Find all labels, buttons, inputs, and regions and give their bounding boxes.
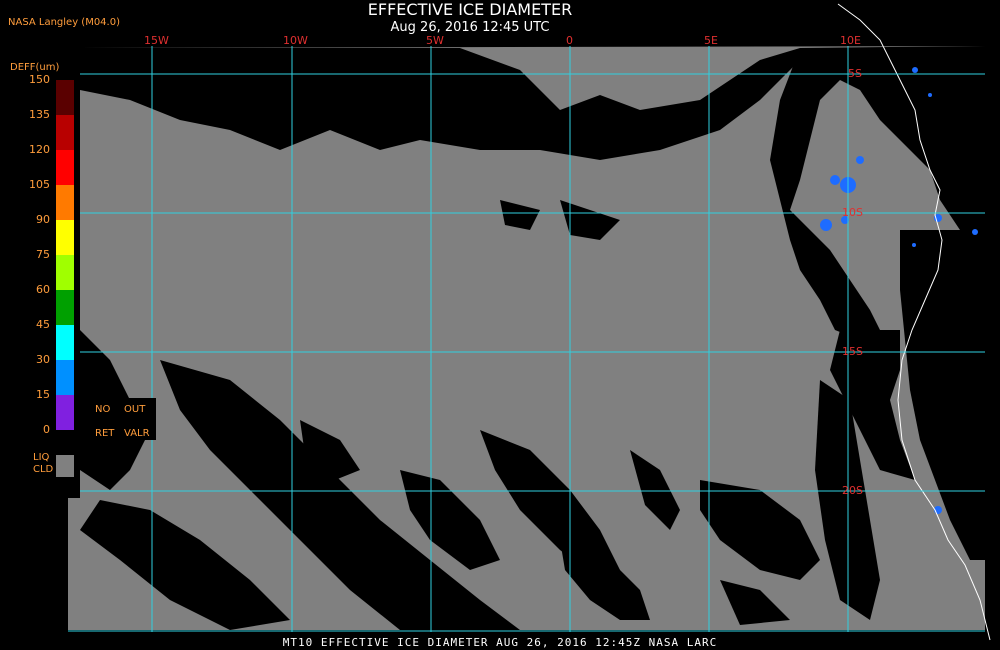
lon-label-10e: 10E	[840, 34, 861, 47]
colorbar-tick-15: 15	[36, 388, 50, 401]
colorbar-segment	[56, 255, 74, 290]
colorbar-segment	[56, 360, 74, 395]
lat-label-15s: 15S	[842, 345, 863, 358]
colorbar-segment	[56, 115, 74, 150]
colorbar-segment	[56, 325, 74, 360]
colorbar-tick-135: 135	[29, 108, 50, 121]
no-ret-label-bottom: RET	[95, 428, 115, 439]
colorbar	[56, 80, 74, 430]
out-valr-label-top: OUT	[124, 404, 146, 415]
lat-label-5s: 5S	[848, 67, 862, 80]
lon-label-5w: 5W	[426, 34, 444, 47]
map-title: EFFECTIVE ICE DIAMETER	[367, 0, 573, 19]
lon-label-0: 0	[566, 34, 573, 47]
map-timestamp: Aug 26, 2016 12:45 UTC	[390, 20, 550, 35]
liq-cld-swatch	[56, 455, 74, 477]
colorbar-tick-120: 120	[29, 143, 50, 156]
colorbar-segment	[56, 185, 74, 220]
satellite-map[interactable]	[0, 0, 1000, 650]
liq-cld-label-bottom: CLD	[33, 464, 54, 475]
colorbar-segment	[56, 395, 74, 430]
colorbar-segment	[56, 290, 74, 325]
colorbar-title: DEFF(um)	[10, 62, 60, 73]
lon-label-10w: 10W	[283, 34, 308, 47]
lat-label-10s: 10S	[842, 206, 863, 219]
colorbar-segment	[56, 220, 74, 255]
lon-label-15w: 15W	[144, 34, 169, 47]
footer-caption: MT10 EFFECTIVE ICE DIAMETER AUG 26, 2016…	[282, 636, 718, 649]
colorbar-tick-45: 45	[36, 318, 50, 331]
colorbar-tick-60: 60	[36, 283, 50, 296]
out-valr-label-bottom: VALR	[124, 428, 150, 439]
colorbar-tick-0: 0	[43, 423, 50, 436]
liq-cld-label-top: LIQ	[33, 452, 50, 463]
lat-label-20s: 20S	[842, 484, 863, 497]
colorbar-tick-150: 150	[29, 73, 50, 86]
colorbar-segment	[56, 150, 74, 185]
colorbar-tick-90: 90	[36, 213, 50, 226]
colorbar-tick-75: 75	[36, 248, 50, 261]
lon-label-5e: 5E	[704, 34, 718, 47]
colorbar-tick-30: 30	[36, 353, 50, 366]
no-ret-label-top: NO	[95, 404, 111, 415]
credit-label: NASA Langley (M04.0)	[8, 17, 120, 28]
colorbar-tick-105: 105	[29, 178, 50, 191]
colorbar-segment	[56, 80, 74, 115]
